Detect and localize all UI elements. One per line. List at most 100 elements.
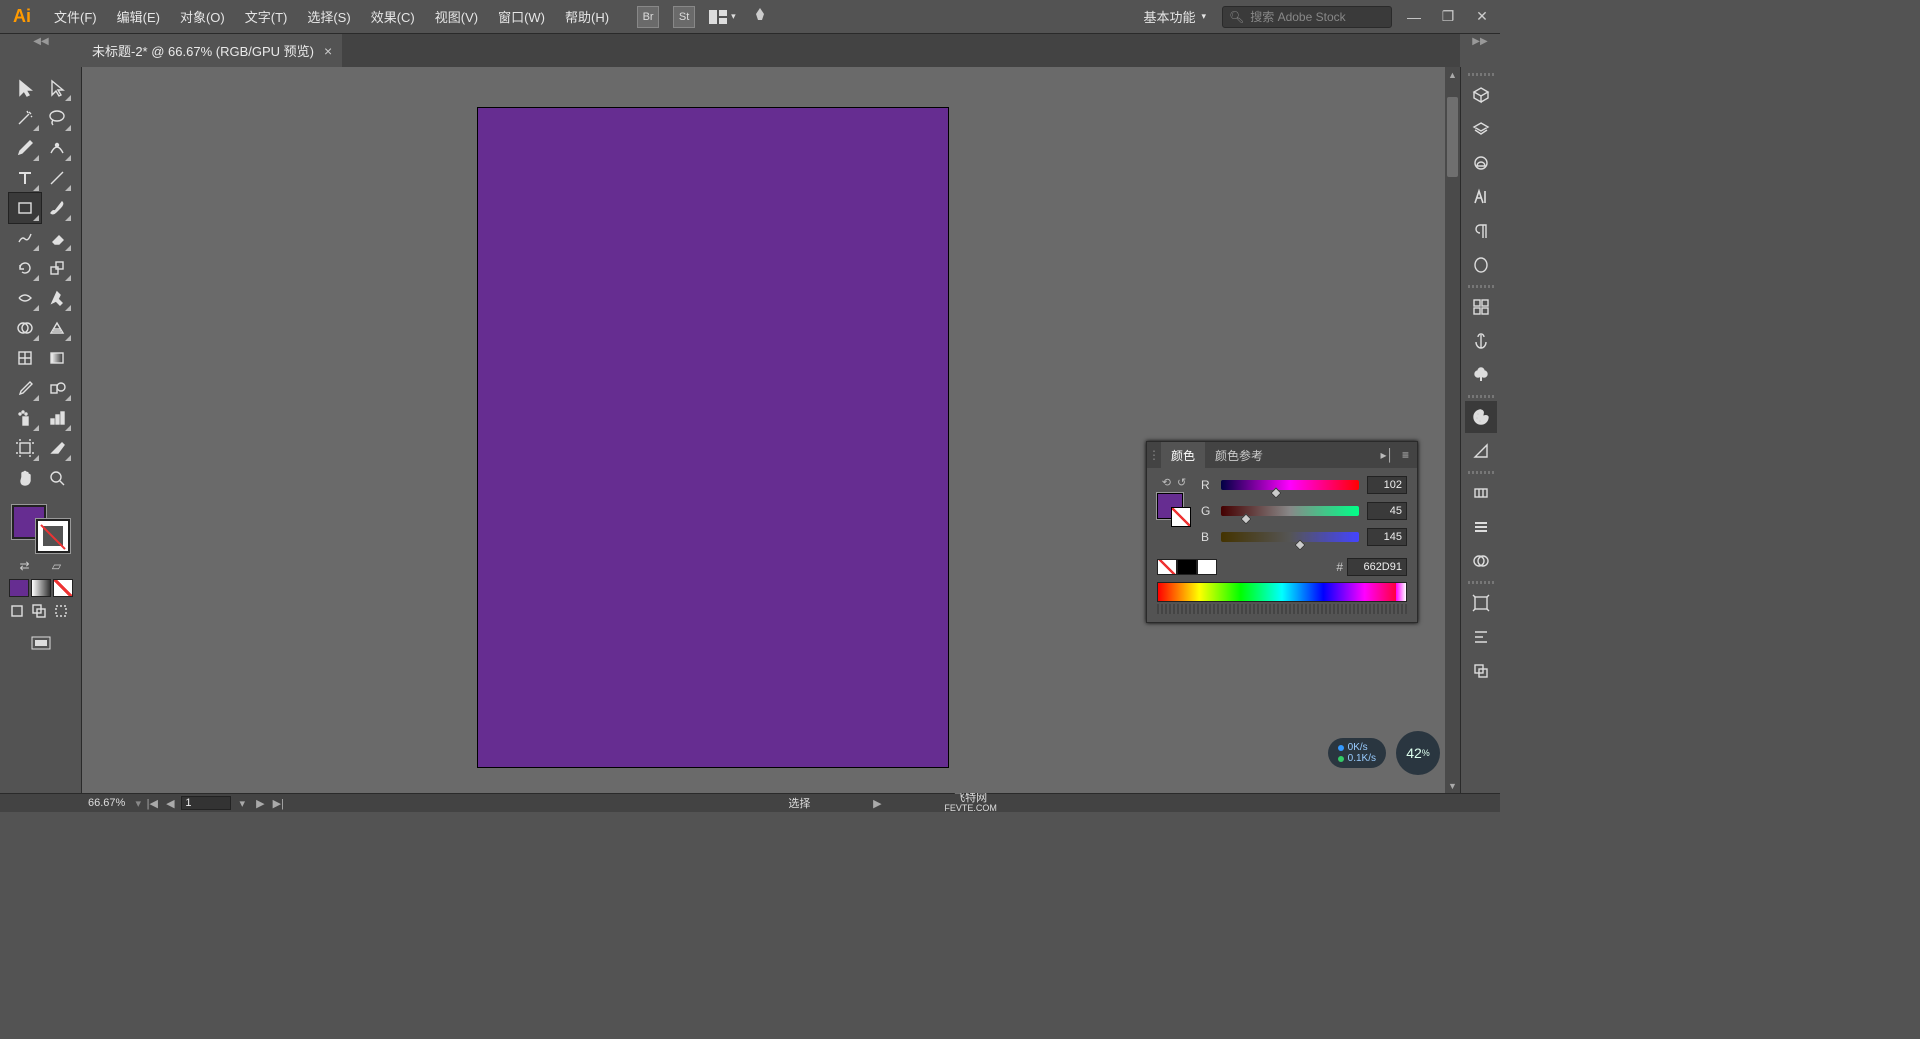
slice-tool[interactable] [41, 433, 73, 463]
curvature-tool[interactable] [41, 133, 73, 163]
draw-behind[interactable] [31, 603, 51, 623]
artboard-index[interactable]: 1 [181, 796, 231, 810]
vertical-scrollbar[interactable]: ▲ ▼ [1445, 67, 1460, 793]
g-slider[interactable] [1221, 506, 1359, 516]
panel-swap2-icon[interactable]: ↺ [1177, 476, 1186, 489]
b-value[interactable]: 145 [1367, 528, 1407, 546]
paintbrush-tool[interactable] [41, 193, 73, 223]
draw-inside[interactable] [53, 603, 73, 623]
transparency-panel-button[interactable] [1465, 545, 1497, 577]
window-maximize[interactable]: ❐ [1436, 8, 1460, 26]
paragraph-panel-button[interactable] [1465, 215, 1497, 247]
perspective-grid-tool[interactable] [41, 313, 73, 343]
mode-none[interactable] [53, 579, 73, 597]
panel-drag-handle[interactable]: ⋮ [1147, 448, 1161, 462]
stroke-swatch[interactable] [36, 519, 70, 553]
scroll-up-icon[interactable]: ▲ [1445, 67, 1460, 82]
canvas-area[interactable]: ⋮ 颜色 颜色参考 ▸│ ≡ ⟲ ↺ [82, 67, 1460, 793]
blend-tool[interactable] [41, 373, 73, 403]
artboard-tool[interactable] [9, 433, 41, 463]
magic-wand-tool[interactable] [9, 103, 41, 133]
hex-value[interactable]: 662D91 [1347, 558, 1407, 576]
align-panel-button[interactable] [1465, 325, 1497, 357]
rectangle-tool[interactable] [9, 193, 41, 223]
zoom-level[interactable]: 66.67% [82, 797, 131, 809]
spectrum-bar[interactable] [1157, 582, 1407, 602]
eraser-tool[interactable] [41, 223, 73, 253]
status-play-icon[interactable]: ▶ [870, 797, 884, 810]
workspace-selector[interactable]: 基本功能 ▾ [1137, 7, 1212, 26]
pathfinder-panel-button-2[interactable] [1465, 655, 1497, 687]
layers-panel-button[interactable] [1465, 113, 1497, 145]
arrange-docs-dropdown[interactable]: ▾ [709, 10, 736, 24]
nav-next[interactable]: ▶ [253, 797, 267, 810]
opentype-panel-button[interactable] [1465, 249, 1497, 281]
mode-gradient[interactable] [31, 579, 51, 597]
shaper-tool[interactable] [9, 223, 41, 253]
zoom-tool[interactable] [41, 463, 73, 493]
tab-color-guide[interactable]: 颜色参考 [1205, 442, 1273, 468]
scroll-thumb-v[interactable] [1447, 97, 1458, 177]
zoom-dropdown-icon[interactable]: ▾ [131, 797, 145, 810]
black-swatch[interactable] [1177, 559, 1197, 575]
libraries-panel-button[interactable] [1465, 79, 1497, 111]
scale-tool[interactable] [41, 253, 73, 283]
toolbox-collapse-handle[interactable]: ◀◀ [0, 34, 82, 67]
bridge-button[interactable]: Br [637, 6, 659, 28]
shape-builder-tool[interactable] [9, 313, 41, 343]
panel-swap-icon[interactable]: ⟲ [1162, 476, 1171, 489]
panel-menu-button[interactable]: ≡ [1402, 448, 1409, 462]
scroll-down-icon[interactable]: ▼ [1445, 778, 1460, 793]
menu-object[interactable]: 对象(O) [170, 0, 235, 33]
mode-color[interactable] [9, 579, 29, 597]
nav-first[interactable]: |◀ [145, 797, 159, 810]
transform-panel-button[interactable] [1465, 291, 1497, 323]
menu-window[interactable]: 窗口(W) [488, 0, 555, 33]
swatches-panel-button[interactable] [1465, 477, 1497, 509]
stock-button[interactable]: St [673, 6, 695, 28]
character-panel-button[interactable] [1465, 181, 1497, 213]
rail-collapse-handle[interactable]: ▶▶ [1460, 34, 1500, 67]
panel-resize-handle[interactable] [1157, 604, 1407, 614]
panel-collapse-button[interactable]: ▸│ [1380, 448, 1394, 462]
align-panel-button-2[interactable] [1465, 621, 1497, 653]
artboards-panel-button[interactable] [1465, 587, 1497, 619]
color-guide-panel-button[interactable] [1465, 435, 1497, 467]
tab-color[interactable]: 颜色 [1161, 442, 1205, 468]
direct-selection-tool[interactable] [41, 73, 73, 103]
symbol-sprayer-tool[interactable] [9, 403, 41, 433]
nav-last[interactable]: ▶| [271, 797, 285, 810]
free-transform-tool[interactable] [41, 283, 73, 313]
none-swatch[interactable] [1157, 559, 1177, 575]
menu-view[interactable]: 视图(V) [425, 0, 488, 33]
gpu-preview-icon[interactable] [750, 6, 770, 27]
screen-mode-button[interactable] [29, 635, 53, 656]
column-graph-tool[interactable] [41, 403, 73, 433]
nav-dropdown[interactable]: ▾ [235, 797, 249, 810]
window-minimize[interactable]: — [1402, 8, 1426, 26]
r-slider[interactable] [1221, 480, 1359, 490]
width-tool[interactable] [9, 283, 41, 313]
selection-tool[interactable] [9, 73, 41, 103]
eyedropper-tool[interactable] [9, 373, 41, 403]
stroke-panel-button[interactable] [1465, 511, 1497, 543]
mesh-tool[interactable] [9, 343, 41, 373]
line-segment-tool[interactable] [41, 163, 73, 193]
document-tab[interactable]: 未标题-2* @ 66.67% (RGB/GPU 预览) × [82, 34, 342, 67]
draw-normal[interactable] [9, 603, 29, 623]
menu-help[interactable]: 帮助(H) [555, 0, 619, 33]
cc-libraries-button[interactable] [1465, 147, 1497, 179]
menu-effect[interactable]: 效果(C) [361, 0, 425, 33]
default-fill-stroke-icon[interactable]: ▱ [50, 559, 64, 573]
pathfinder-panel-button[interactable] [1465, 359, 1497, 391]
pen-tool[interactable] [9, 133, 41, 163]
rotate-tool[interactable] [9, 253, 41, 283]
panel-fill-stroke-swatch[interactable] [1157, 493, 1191, 527]
swap-fill-stroke-icon[interactable]: ⇄ [18, 559, 32, 573]
fill-stroke-swatch[interactable] [8, 501, 74, 557]
tab-close-button[interactable]: × [324, 43, 332, 59]
lasso-tool[interactable] [41, 103, 73, 133]
menu-select[interactable]: 选择(S) [297, 0, 360, 33]
color-panel-button[interactable] [1465, 401, 1497, 433]
gradient-tool[interactable] [41, 343, 73, 373]
